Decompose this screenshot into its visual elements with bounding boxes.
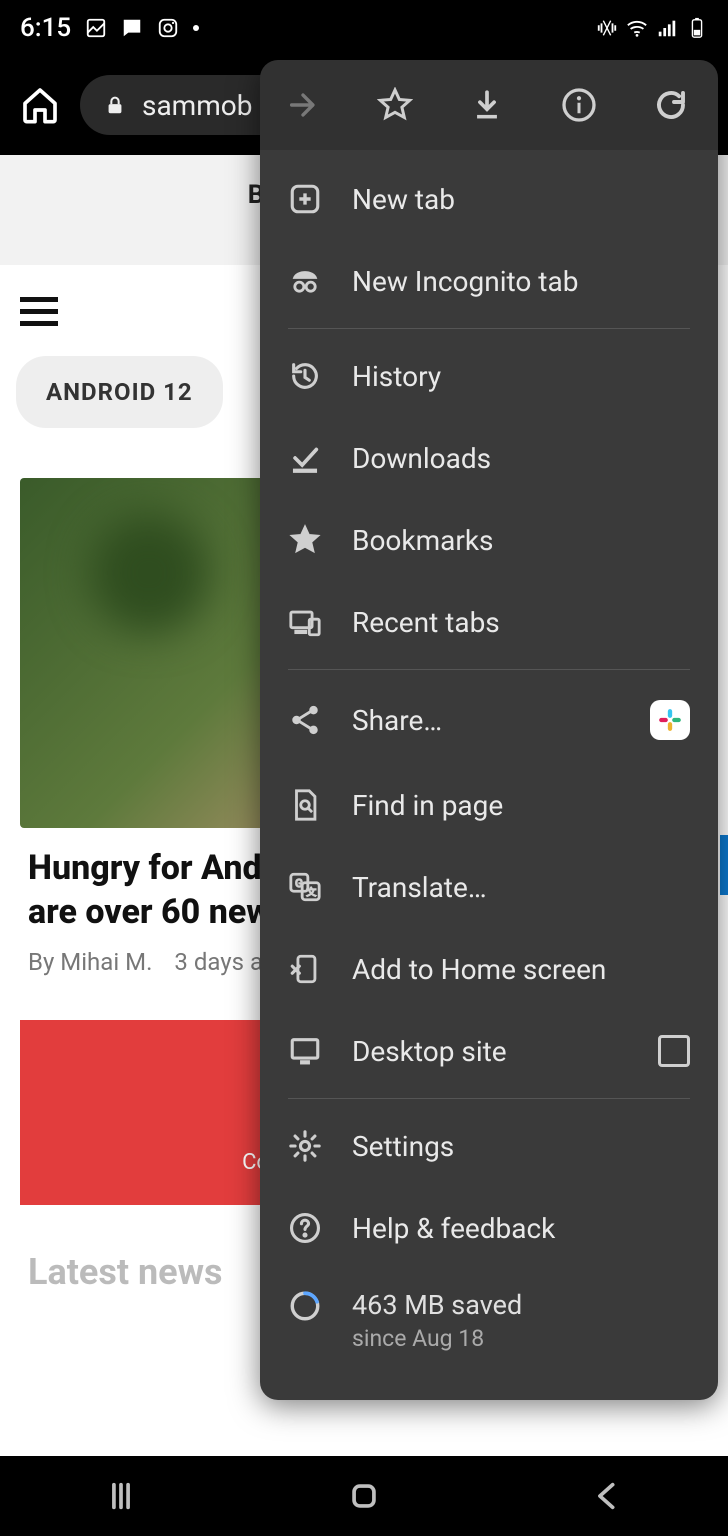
data-saved-amount: 463 MB saved bbox=[352, 1289, 522, 1321]
menu-share[interactable]: Share… bbox=[260, 676, 718, 764]
check-underline-icon bbox=[288, 441, 322, 475]
site-menu-button[interactable] bbox=[20, 297, 58, 326]
message-icon bbox=[121, 17, 143, 39]
add-home-icon bbox=[288, 952, 322, 986]
help-icon bbox=[288, 1211, 322, 1245]
svg-text:G: G bbox=[295, 876, 303, 890]
menu-label: Recent tabs bbox=[352, 606, 500, 639]
wifi-icon bbox=[626, 17, 648, 39]
menu-divider bbox=[288, 328, 690, 329]
system-navbar bbox=[0, 1456, 728, 1536]
menu-label: New Incognito tab bbox=[352, 265, 578, 298]
menu-label: Downloads bbox=[352, 442, 491, 475]
menu-help[interactable]: Help & feedback bbox=[260, 1187, 718, 1269]
history-icon bbox=[288, 359, 322, 393]
menu-incognito[interactable]: New Incognito tab bbox=[260, 240, 718, 322]
menu-label: History bbox=[352, 360, 441, 393]
menu-find-in-page[interactable]: Find in page bbox=[260, 764, 718, 846]
menu-settings[interactable]: Settings bbox=[260, 1105, 718, 1187]
lock-icon bbox=[104, 94, 126, 116]
menu-label: Share… bbox=[352, 704, 442, 737]
accent-strip bbox=[720, 835, 728, 895]
notification-dot-icon bbox=[193, 25, 199, 31]
desktop-icon bbox=[288, 1034, 322, 1068]
translate-icon: G文 bbox=[288, 870, 322, 904]
menu-label: Bookmarks bbox=[352, 524, 494, 557]
home-button[interactable] bbox=[20, 85, 60, 125]
instagram-icon bbox=[157, 17, 179, 39]
battery-icon bbox=[686, 17, 708, 39]
menu-downloads[interactable]: Downloads bbox=[260, 417, 718, 499]
menu-divider bbox=[288, 1098, 690, 1099]
gear-icon bbox=[288, 1129, 322, 1163]
menu-translate[interactable]: G文 Translate… bbox=[260, 846, 718, 928]
slack-icon bbox=[650, 700, 690, 740]
browser-menu: New tab New Incognito tab History Downlo… bbox=[260, 60, 718, 1400]
menu-recent-tabs[interactable]: Recent tabs bbox=[260, 581, 718, 663]
status-bar: 6:15 bbox=[0, 0, 728, 55]
vibrate-icon bbox=[596, 17, 618, 39]
find-in-page-icon bbox=[288, 788, 322, 822]
nav-back-button[interactable] bbox=[590, 1479, 624, 1513]
author: By Mihai M. bbox=[28, 948, 152, 976]
status-time: 6:15 bbox=[20, 13, 71, 43]
menu-desktop-site[interactable]: Desktop site bbox=[260, 1010, 718, 1092]
menu-label: Add to Home screen bbox=[352, 953, 606, 986]
menu-label: Desktop site bbox=[352, 1035, 507, 1068]
devices-icon bbox=[288, 605, 322, 639]
bookmark-button[interactable] bbox=[376, 86, 414, 124]
nav-home-button[interactable] bbox=[347, 1479, 381, 1513]
menu-history[interactable]: History bbox=[260, 335, 718, 417]
data-saved-since: since Aug 18 bbox=[352, 1325, 522, 1352]
menu-label: Settings bbox=[352, 1130, 454, 1163]
menu-label: Find in page bbox=[352, 789, 503, 822]
star-icon bbox=[288, 523, 322, 557]
url-host: sammob bbox=[142, 89, 252, 122]
download-button[interactable] bbox=[468, 86, 506, 124]
picture-icon bbox=[85, 17, 107, 39]
data-saver-icon bbox=[288, 1289, 322, 1323]
reload-button[interactable] bbox=[652, 86, 690, 124]
plus-square-icon bbox=[288, 182, 322, 216]
page-info-button[interactable] bbox=[560, 86, 598, 124]
signal-icon bbox=[656, 17, 678, 39]
desktop-site-checkbox[interactable] bbox=[658, 1035, 690, 1067]
menu-divider bbox=[288, 669, 690, 670]
menu-bookmarks[interactable]: Bookmarks bbox=[260, 499, 718, 581]
incognito-icon bbox=[288, 264, 322, 298]
menu-label: New tab bbox=[352, 183, 455, 216]
menu-label: Translate… bbox=[352, 871, 487, 904]
share-icon bbox=[288, 703, 322, 737]
svg-text:文: 文 bbox=[306, 886, 316, 899]
forward-button[interactable] bbox=[284, 86, 322, 124]
menu-new-tab[interactable]: New tab bbox=[260, 158, 718, 240]
menu-label: Help & feedback bbox=[352, 1212, 555, 1245]
menu-data-saved[interactable]: 463 MB saved since Aug 18 bbox=[260, 1269, 718, 1372]
category-pill[interactable]: ANDROID 12 bbox=[16, 356, 223, 428]
menu-add-home[interactable]: Add to Home screen bbox=[260, 928, 718, 1010]
nav-recents-button[interactable] bbox=[104, 1479, 138, 1513]
